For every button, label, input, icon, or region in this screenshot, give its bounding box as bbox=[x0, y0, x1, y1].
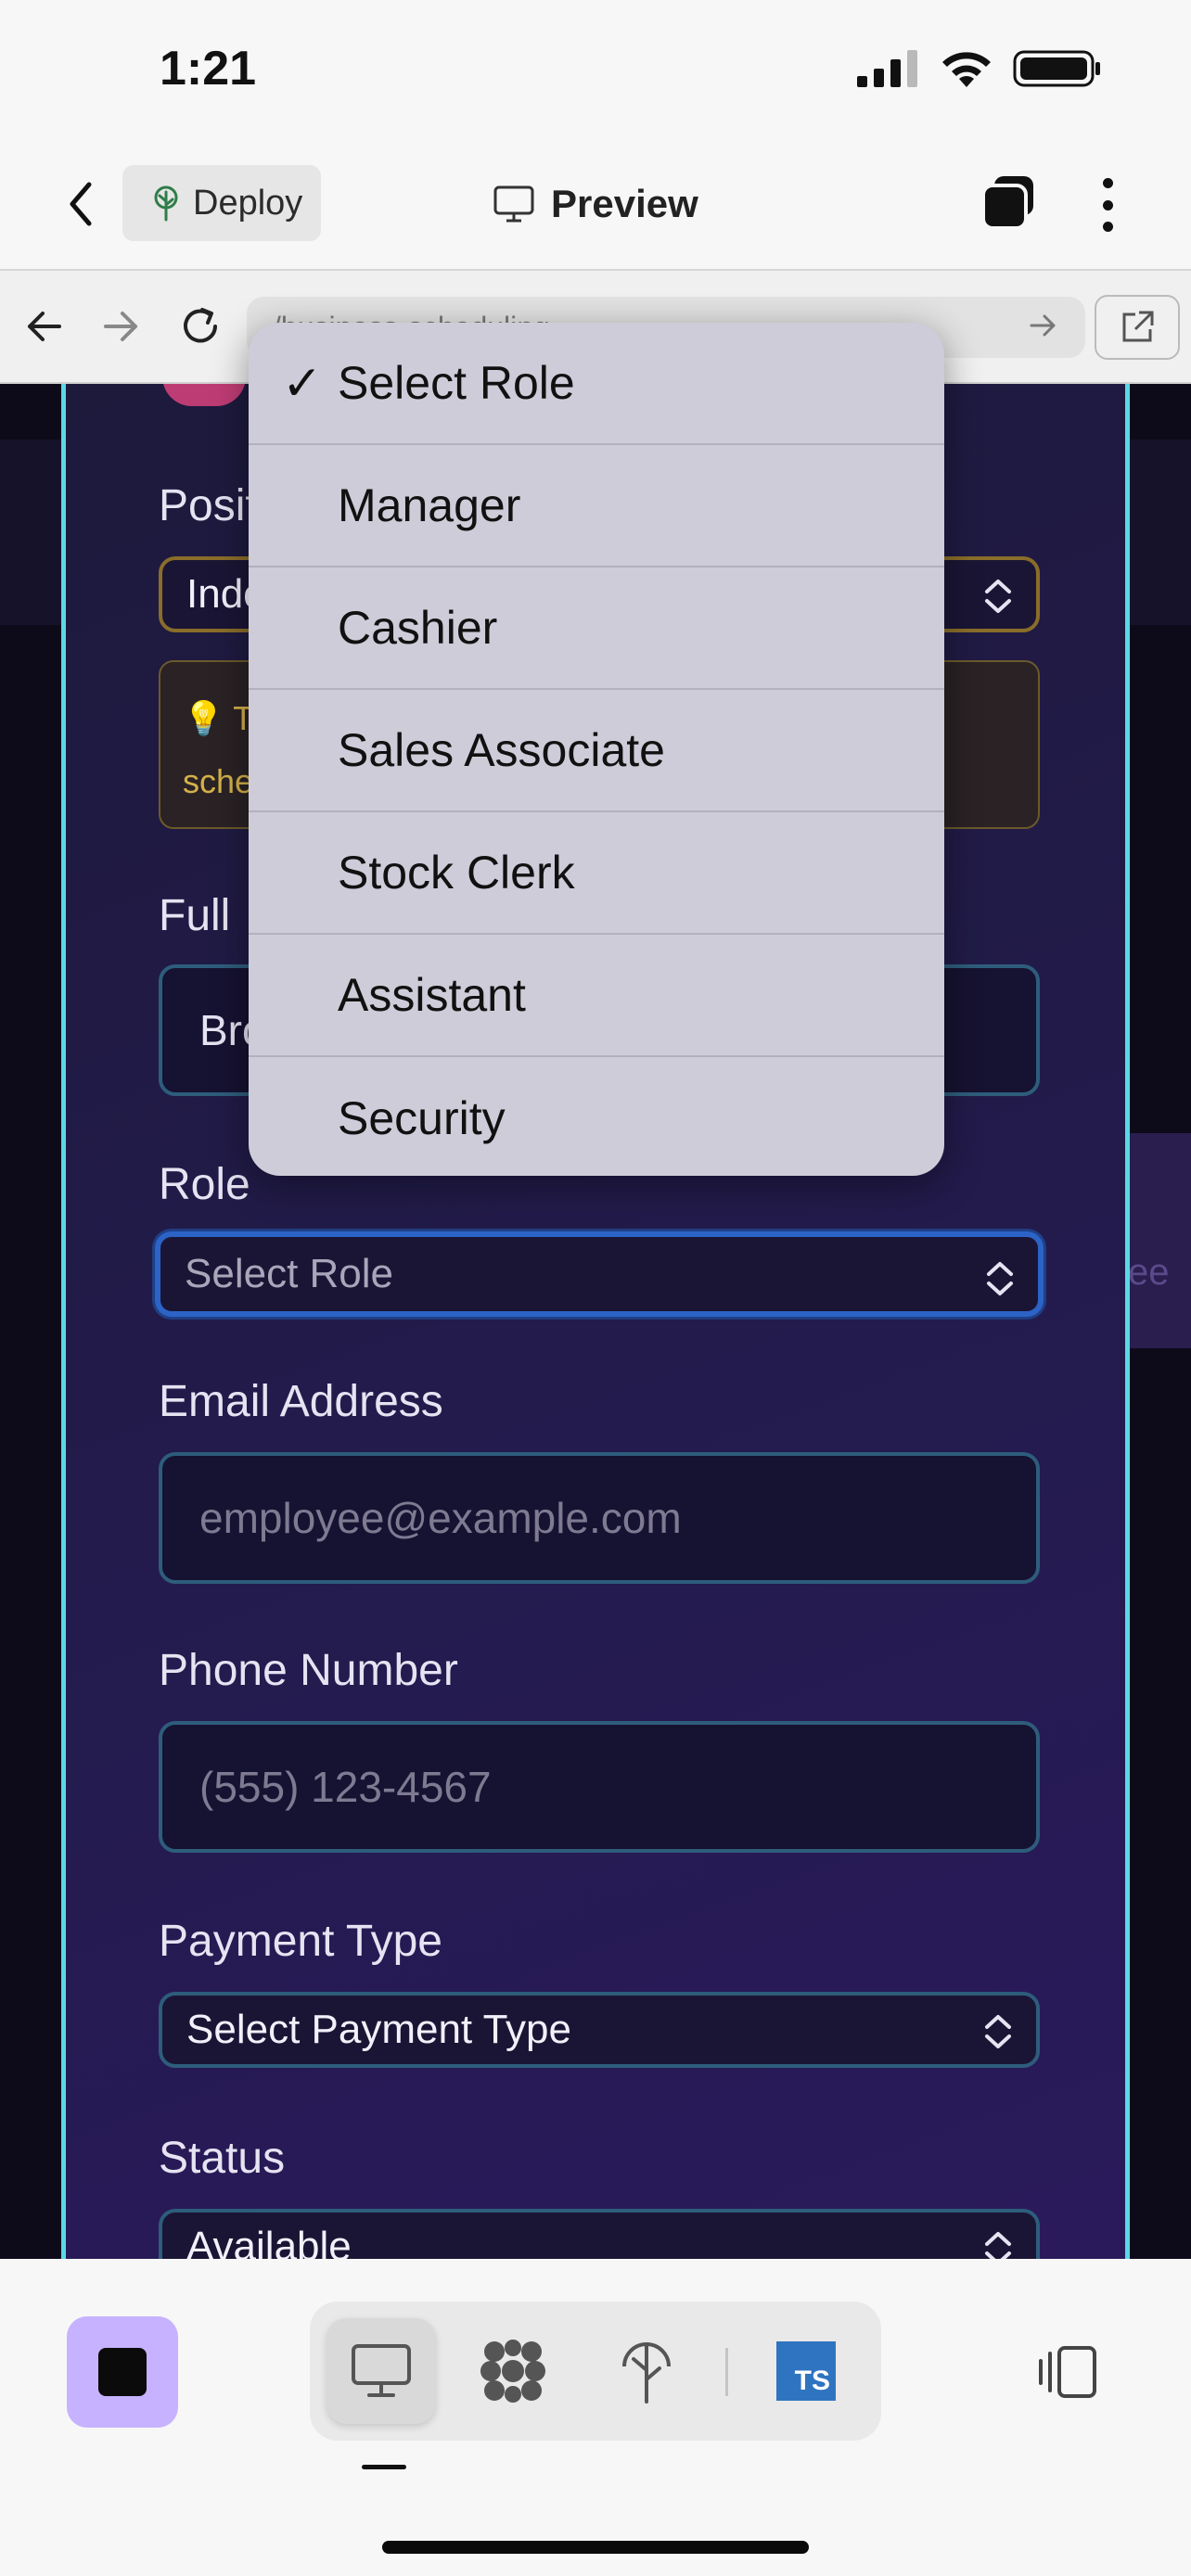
more-dot bbox=[1102, 178, 1113, 188]
dropdown-option-cashier[interactable]: Cashier bbox=[249, 567, 944, 690]
wifi-icon bbox=[942, 52, 991, 87]
dropdown-option-assistant[interactable]: Assistant bbox=[249, 935, 944, 1057]
nav-forward-button[interactable] bbox=[96, 302, 145, 351]
chevron-updown-icon bbox=[987, 1262, 1013, 1295]
home-indicator bbox=[382, 2541, 809, 2554]
more-dot bbox=[1102, 199, 1113, 210]
checkmark-icon: ✓ bbox=[282, 357, 323, 411]
chevron-updown-icon bbox=[985, 2015, 1011, 2048]
tabs-button[interactable] bbox=[980, 172, 1039, 232]
option-label: Cashier bbox=[338, 602, 498, 654]
chevron-updown-icon bbox=[985, 580, 1011, 613]
dropdown-option-select-role[interactable]: ✓ Select Role bbox=[249, 323, 944, 445]
bottom-toolbar: TS bbox=[0, 2259, 1191, 2576]
role-value: Select Role bbox=[185, 1251, 394, 1296]
preview-label: Preview bbox=[551, 182, 698, 225]
active-tab-indicator bbox=[362, 2465, 406, 2469]
option-label: Stock Clerk bbox=[338, 847, 575, 899]
cluster-icon bbox=[480, 2340, 545, 2403]
layout-icon bbox=[1039, 2346, 1096, 2398]
chevron-updown-icon bbox=[985, 2232, 1011, 2259]
status-select[interactable]: Available bbox=[159, 2209, 1040, 2259]
role-dropdown-menu: ✓ Select Role Manager Cashier Sales Asso… bbox=[249, 323, 944, 1176]
position-label: Posit bbox=[159, 481, 258, 530]
external-link-icon bbox=[1122, 311, 1154, 342]
payment-type-label: Payment Type bbox=[159, 1917, 442, 1966]
go-arrow-icon[interactable] bbox=[1028, 310, 1059, 341]
signal-icon bbox=[857, 50, 917, 87]
phone-input[interactable]: (555) 123-4567 bbox=[159, 1721, 1040, 1853]
tool-group: TS bbox=[310, 2302, 881, 2441]
dropdown-option-security[interactable]: Security bbox=[249, 1057, 944, 1176]
email-input[interactable]: employee@example.com bbox=[159, 1452, 1040, 1584]
deploy-tool-button[interactable] bbox=[592, 2318, 701, 2424]
typescript-icon: TS bbox=[776, 2341, 836, 2401]
desktop-icon bbox=[352, 2344, 411, 2397]
email-label: Email Address bbox=[159, 1377, 443, 1426]
more-options-button[interactable] bbox=[1091, 172, 1124, 237]
tip-line-2: sche bbox=[183, 762, 254, 800]
tabs-icon bbox=[981, 176, 1033, 230]
option-label: Manager bbox=[338, 479, 521, 531]
battery-icon bbox=[1013, 50, 1100, 87]
phone-placeholder: (555) 123-4567 bbox=[199, 1763, 492, 1811]
reload-button[interactable] bbox=[176, 302, 224, 351]
dropdown-option-stock-clerk[interactable]: Stock Clerk bbox=[249, 812, 944, 935]
deploy-label: Deploy bbox=[193, 183, 303, 223]
monitor-icon bbox=[493, 185, 534, 223]
deploy-button[interactable]: Deploy bbox=[122, 165, 321, 241]
arrow-right-icon bbox=[104, 312, 137, 341]
preview-title: Preview bbox=[493, 176, 698, 232]
background-text: ee bbox=[1128, 1252, 1170, 1293]
dropdown-option-sales-associate[interactable]: Sales Associate bbox=[249, 690, 944, 812]
full-name-label: Full bbox=[159, 891, 231, 940]
cluster-button[interactable] bbox=[458, 2318, 568, 2424]
dropdown-option-manager[interactable]: Manager bbox=[249, 445, 944, 567]
desktop-view-button[interactable] bbox=[327, 2318, 436, 2424]
avatar bbox=[162, 384, 246, 406]
status-label: Status bbox=[159, 2134, 286, 2183]
status-value: Available bbox=[186, 2224, 352, 2259]
deploy-tree-icon bbox=[622, 2342, 671, 2404]
background-card bbox=[1122, 1133, 1191, 1348]
status-bar: 1:21 bbox=[0, 0, 1191, 139]
status-icons bbox=[857, 48, 1102, 89]
chevron-left-icon bbox=[70, 182, 92, 226]
layout-toggle-button[interactable] bbox=[1035, 2342, 1100, 2402]
stop-button[interactable] bbox=[67, 2316, 178, 2428]
tip-line: 💡 T bbox=[183, 699, 254, 737]
phone-label: Phone Number bbox=[159, 1646, 458, 1695]
payment-type-value: Select Payment Type bbox=[186, 2007, 571, 2052]
role-label: Role bbox=[159, 1160, 250, 1209]
status-time: 1:21 bbox=[160, 42, 257, 96]
option-label: Sales Associate bbox=[338, 724, 665, 776]
nav-back-button[interactable] bbox=[20, 302, 69, 351]
stop-icon bbox=[98, 2348, 147, 2396]
typescript-button[interactable]: TS bbox=[751, 2318, 861, 2424]
open-external-button[interactable] bbox=[1095, 295, 1180, 360]
email-placeholder: employee@example.com bbox=[199, 1494, 682, 1542]
arrow-left-icon bbox=[28, 312, 61, 341]
role-select[interactable]: Select Role bbox=[155, 1231, 1044, 1317]
option-label: Security bbox=[338, 1092, 506, 1144]
option-label: Assistant bbox=[338, 969, 526, 1021]
app-header: Deploy Preview bbox=[0, 139, 1191, 271]
reload-icon bbox=[184, 308, 217, 343]
more-dot bbox=[1102, 222, 1113, 232]
deploy-tree-icon bbox=[154, 185, 178, 222]
option-label: Select Role bbox=[338, 357, 575, 409]
toolbar-divider bbox=[725, 2348, 728, 2396]
payment-type-select[interactable]: Select Payment Type bbox=[159, 1992, 1040, 2068]
back-button[interactable] bbox=[58, 176, 104, 232]
